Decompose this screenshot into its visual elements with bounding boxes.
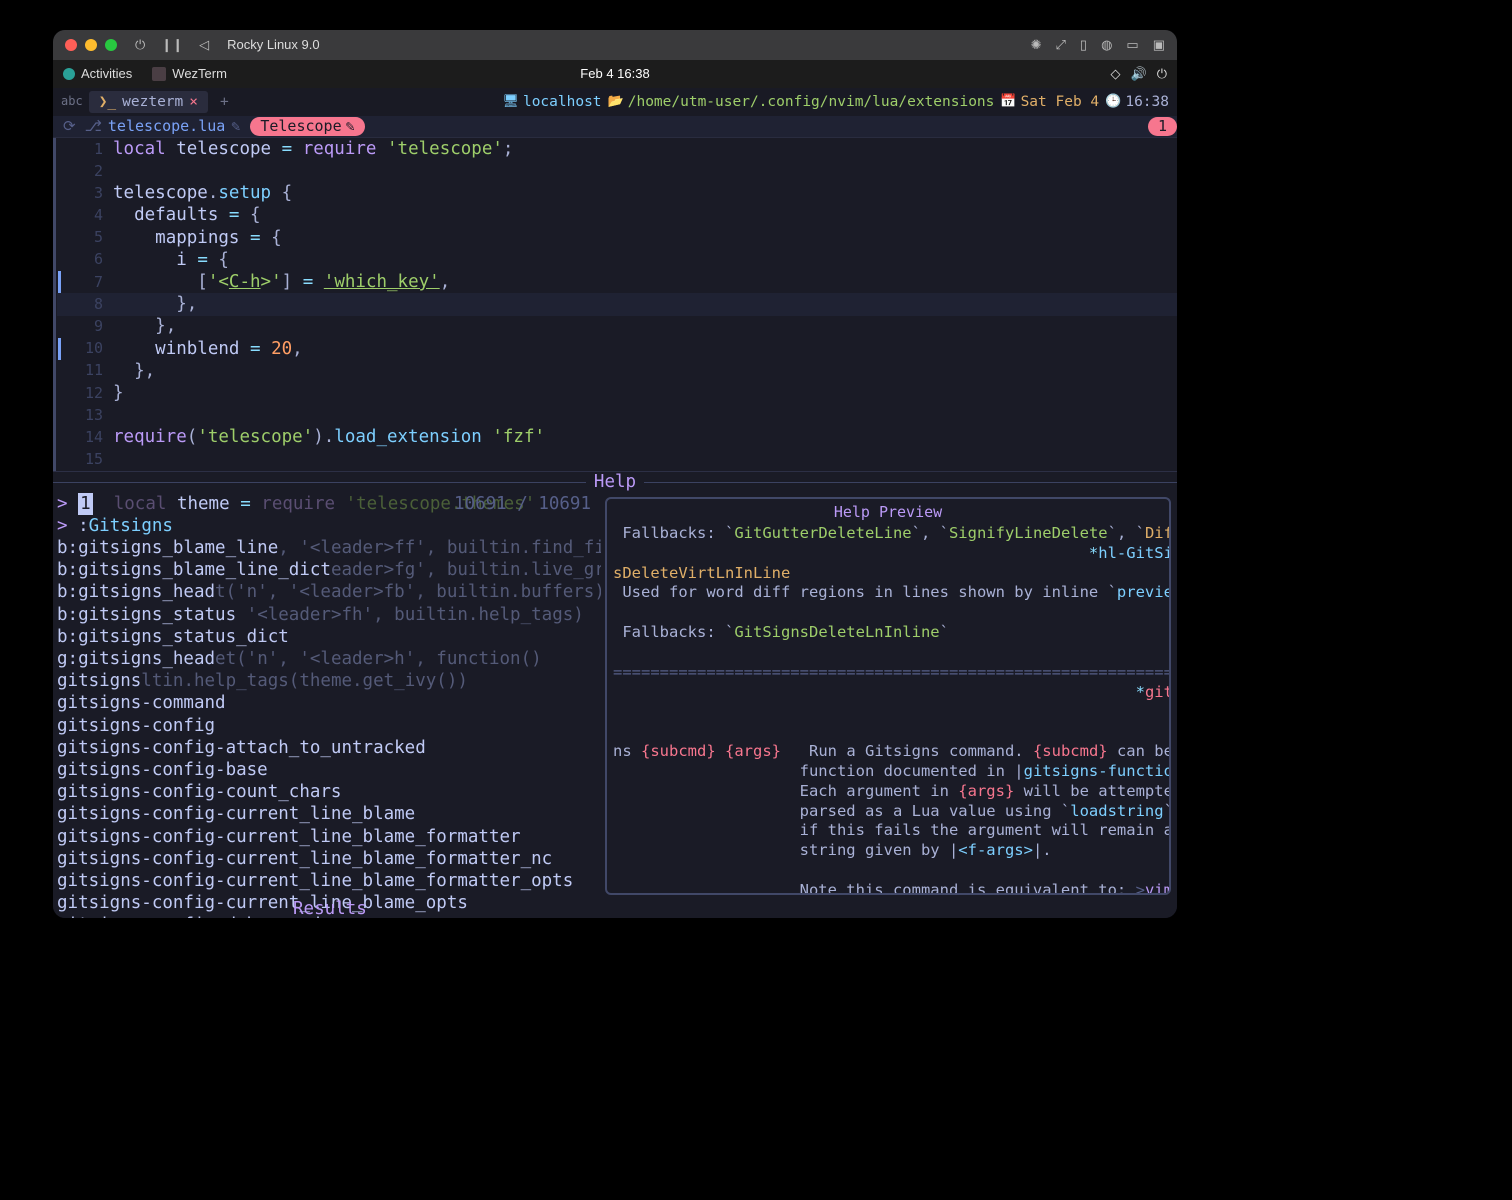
code-line[interactable]: 11 }, bbox=[57, 360, 1177, 382]
folder-icon[interactable]: ▭ bbox=[1126, 37, 1138, 54]
panel-clock[interactable]: Feb 4 16:38 bbox=[580, 66, 649, 83]
pause-icon[interactable]: ❙❙ bbox=[161, 37, 183, 54]
result-item[interactable]: b:gitsigns_status '<leader>fh', builtin.… bbox=[57, 604, 601, 626]
tab-close-icon[interactable]: × bbox=[189, 93, 198, 112]
minimize-window-button[interactable] bbox=[85, 39, 97, 51]
preview-content: Fallbacks: `GitGutterDeleteLine`, `Signi… bbox=[613, 524, 1163, 895]
code-line[interactable]: 12} bbox=[57, 382, 1177, 404]
code-line[interactable]: 1local telescope = require 'telescope'; bbox=[57, 138, 1177, 160]
result-item[interactable]: gitsigns-config-current_line_blame_forma… bbox=[57, 870, 601, 892]
diagnostic-badge: 1 bbox=[1148, 117, 1177, 136]
result-item[interactable]: gitsigns-config-current_line_blame_forma… bbox=[57, 826, 601, 848]
preview-title: Help Preview bbox=[613, 503, 1163, 522]
network-icon[interactable]: ◇ bbox=[1111, 66, 1121, 83]
code-line[interactable]: 5 mappings = { bbox=[57, 227, 1177, 249]
gnome-top-panel: Activities WezTerm Feb 4 16:38 ◇ 🔊 ⏻ bbox=[53, 60, 1177, 88]
back-icon[interactable]: ◁ bbox=[199, 37, 209, 54]
calendar-icon: 📅 bbox=[1000, 94, 1016, 111]
telescope-preview-pane[interactable]: Help Preview Fallbacks: `GitGutterDelete… bbox=[601, 493, 1177, 918]
editor-pane[interactable]: 1local telescope = require 'telescope';2… bbox=[53, 138, 1177, 471]
drive-icon[interactable]: ▯ bbox=[1080, 37, 1087, 54]
result-item[interactable]: gitsigns-command bbox=[57, 693, 601, 715]
result-item[interactable]: gitsigns-config-count_chars bbox=[57, 781, 601, 803]
results-label: Results bbox=[293, 898, 367, 918]
windows-icon[interactable]: ▣ bbox=[1153, 37, 1165, 54]
result-item[interactable]: gitsigns-config-current_line_blame bbox=[57, 803, 601, 825]
settings-icon[interactable]: ✺ bbox=[1031, 37, 1042, 54]
code-line[interactable]: 3telescope.setup { bbox=[57, 182, 1177, 204]
folder-path-icon: 📂 bbox=[608, 94, 624, 111]
result-item[interactable]: gitsigns-config-current_line_blame_forma… bbox=[57, 848, 601, 870]
tab-wezterm[interactable]: ❯_ wezterm × bbox=[89, 91, 208, 114]
app-window: ⏻ ❙❙ ◁ Rocky Linux 9.0 ✺ ⤢ ▯ ◍ ▭ ▣ Activ… bbox=[53, 30, 1177, 918]
result-item[interactable]: b:gitsigns_blame_line_dicteader>fg', bui… bbox=[57, 559, 601, 581]
power-menu-icon[interactable]: ⏻ bbox=[1157, 66, 1167, 83]
code-line[interactable]: 13 bbox=[57, 404, 1177, 426]
result-item[interactable]: g:gitsigns_headet('n', '<leader>h', func… bbox=[57, 648, 601, 670]
host-icon: 🖥 bbox=[502, 94, 519, 111]
telescope-picker: > 1 local theme = require 'telescope.the… bbox=[53, 493, 1177, 918]
status-bar: 🖥 localhost 📂 /home/utm-user/.config/nvi… bbox=[502, 93, 1169, 112]
code-line[interactable]: 10 winblend = 20, bbox=[57, 338, 1177, 360]
ime-indicator: abc bbox=[61, 94, 83, 109]
close-window-button[interactable] bbox=[65, 39, 77, 51]
buffer-context: Telescope ✎ bbox=[250, 117, 364, 136]
telescope-results-pane[interactable]: > 1 local theme = require 'telescope.the… bbox=[53, 493, 601, 918]
new-tab-button[interactable]: + bbox=[220, 93, 229, 112]
result-item[interactable]: b:gitsigns_headt('n', '<leader>fb', buil… bbox=[57, 582, 601, 604]
expand-icon[interactable]: ⤢ bbox=[1056, 37, 1066, 54]
zoom-window-button[interactable] bbox=[105, 39, 117, 51]
telescope-prompt[interactable]: > 1 local theme = require 'telescope.the… bbox=[57, 493, 601, 515]
code-line[interactable]: 14require('telescope').load_extension 'f… bbox=[57, 426, 1177, 448]
modified-icon: ✎ bbox=[231, 117, 240, 136]
code-line[interactable]: 8 }, bbox=[57, 293, 1177, 315]
git-branch-icon: ⟳ ⎇ bbox=[63, 117, 102, 136]
wezterm-tabbar: abc ❯_ wezterm × + 🖥 localhost 📂 /home/u… bbox=[53, 88, 1177, 116]
code-line[interactable]: 9 }, bbox=[57, 316, 1177, 338]
result-item[interactable]: gitsigns-config-base bbox=[57, 759, 601, 781]
activities-icon bbox=[63, 68, 75, 80]
results-count: 10691 / 10691 bbox=[454, 493, 591, 515]
mac-titlebar: ⏻ ❙❙ ◁ Rocky Linux 9.0 ✺ ⤢ ▯ ◍ ▭ ▣ bbox=[53, 30, 1177, 60]
power-icon[interactable]: ⏻ bbox=[135, 37, 145, 54]
code-line[interactable]: 4 defaults = { bbox=[57, 205, 1177, 227]
code-line[interactable]: 7 ['<C-h>'] = 'which_key', bbox=[57, 271, 1177, 293]
telescope-typed: > :Gitsigns bbox=[57, 515, 601, 537]
wezterm-icon bbox=[152, 67, 166, 81]
volume-icon[interactable]: 🔊 bbox=[1131, 66, 1147, 83]
help-divider: Help bbox=[53, 471, 1177, 493]
code-line[interactable]: 6 i = { bbox=[57, 249, 1177, 271]
activities-button[interactable]: Activities bbox=[63, 66, 132, 83]
app-menu[interactable]: WezTerm bbox=[152, 66, 227, 83]
result-item[interactable]: b:gitsigns_status_dict bbox=[57, 626, 601, 648]
code-line[interactable]: 15 bbox=[57, 449, 1177, 471]
result-item[interactable]: gitsignsltin.help_tags(theme.get_ivy()) bbox=[57, 670, 601, 692]
buffer-winbar: ⟳ ⎇ telescope.lua ✎ Telescope ✎ 1 bbox=[53, 116, 1177, 138]
window-title: Rocky Linux 9.0 bbox=[227, 37, 320, 54]
buffer-filename[interactable]: telescope.lua bbox=[108, 117, 225, 136]
result-item[interactable]: gitsigns-config-attach_to_untracked bbox=[57, 737, 601, 759]
code-line[interactable]: 2 bbox=[57, 160, 1177, 182]
clock-icon: 🕒 bbox=[1105, 94, 1121, 111]
result-item[interactable]: b:gitsigns_blame_line, '<leader>ff', bui… bbox=[57, 537, 601, 559]
result-item[interactable]: gitsigns-config bbox=[57, 715, 601, 737]
globe-icon[interactable]: ◍ bbox=[1101, 37, 1112, 54]
